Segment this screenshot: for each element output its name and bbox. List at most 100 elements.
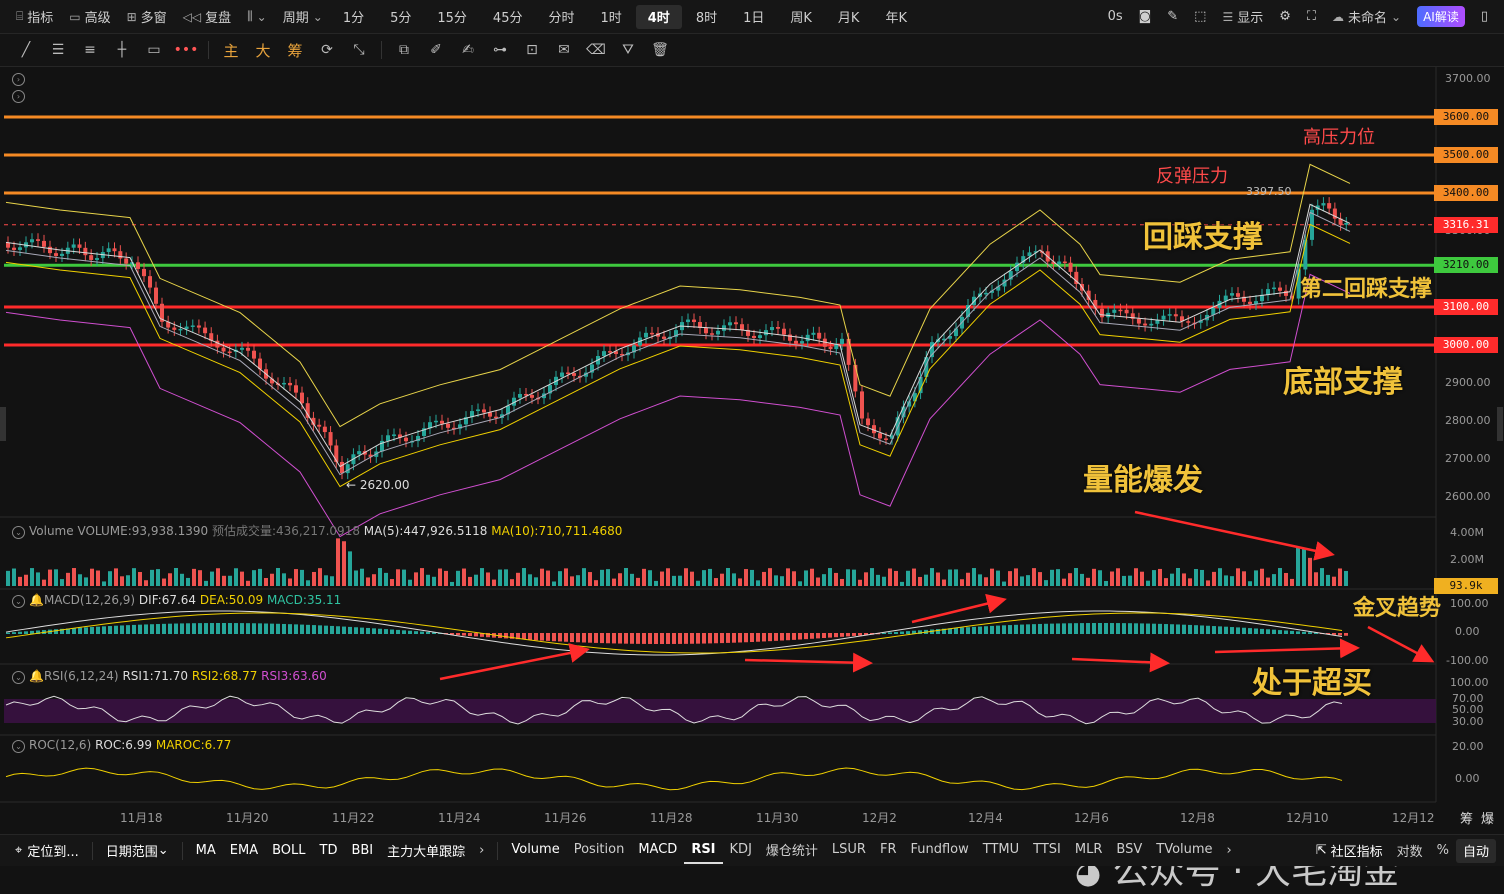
macd-histogram-bar xyxy=(276,623,280,634)
big-order-toggle[interactable]: 大 xyxy=(247,37,279,63)
main-indicator-item[interactable]: BBI xyxy=(344,839,380,863)
timeframe-tab[interactable]: 15分 xyxy=(425,5,479,29)
note-icon[interactable]: ✉ xyxy=(548,37,580,63)
annotation-bottom-support: 底部支撑 xyxy=(1283,365,1403,400)
trash-icon[interactable]: 🗑 xyxy=(644,37,676,63)
period-dropdown[interactable]: 周期 ⌄ xyxy=(275,4,331,30)
account-dropdown[interactable]: ☁ 未命名 ⌄ xyxy=(1324,4,1409,30)
main-chart-toggle[interactable]: 主 xyxy=(215,37,247,63)
horizontal-ray-icon[interactable]: ┼ xyxy=(106,37,138,63)
collapse-icon[interactable]: ⌄ xyxy=(12,740,25,753)
ai-interpret-button[interactable]: AI解读 xyxy=(1409,4,1473,30)
macd-histogram-bar xyxy=(804,633,808,640)
sub-indicator-item[interactable]: TTSI xyxy=(1026,838,1068,862)
timeframe-tab[interactable]: 45分 xyxy=(481,5,535,29)
auto-toggle[interactable]: 自动 xyxy=(1455,838,1496,863)
sub-indicator-item[interactable]: LSUR xyxy=(825,838,873,862)
more-dots-icon[interactable]: ••• xyxy=(170,37,202,63)
fullscreen-icon[interactable]: ⛶ xyxy=(1299,4,1324,30)
right-scroll-handle[interactable] xyxy=(1497,407,1503,441)
sub-indicator-item[interactable]: TTMU xyxy=(976,838,1026,862)
panel-toggle-icon[interactable]: ▯ xyxy=(1473,4,1496,30)
indicator-button[interactable]: ⌸ 指标 xyxy=(8,4,61,30)
locate-button[interactable]: ⌖ 定位到... xyxy=(8,839,86,863)
parallel-lines-icon[interactable]: ☰ xyxy=(42,37,74,63)
timeframe-tab[interactable]: 月K xyxy=(826,5,872,29)
lock-icon[interactable]: ⊡ xyxy=(516,37,548,63)
sub-indicator-item[interactable]: KDJ xyxy=(723,838,759,862)
macd-histogram-bar xyxy=(636,633,640,644)
trendline-icon[interactable]: ╱ xyxy=(10,37,42,63)
volume-bar xyxy=(1206,580,1210,586)
bottom-toolbar: ⌖ 定位到... 日期范围 ⌄ MA EMA BOLL TD BBI 主力大单跟踪 › Vol… xyxy=(0,834,1504,866)
settings-icon[interactable]: ⚙ xyxy=(1271,4,1299,30)
sub-indicator-item[interactable]: TVolume xyxy=(1149,838,1219,862)
volume-bar xyxy=(732,573,736,586)
sub-indicator-item[interactable]: FR xyxy=(873,838,904,862)
main-indicator-item[interactable]: BOLL xyxy=(265,839,312,863)
macd-histogram-bar xyxy=(1074,623,1078,634)
collapse-icon[interactable]: ⌄ xyxy=(12,671,25,684)
filter-icon[interactable]: ⛛ xyxy=(612,37,644,63)
display-button[interactable]: ☰ 显示 xyxy=(1214,4,1271,30)
sub-indicator-item[interactable]: RSI xyxy=(684,838,723,864)
pen-icon[interactable]: ✎ xyxy=(1159,4,1186,30)
copy-icon[interactable]: ⧉ xyxy=(388,37,420,63)
collapse-icon[interactable]: ⌄ xyxy=(12,526,25,539)
replay-button[interactable]: ◁◁ 复盘 xyxy=(175,4,239,30)
log-toggle[interactable]: 对数 xyxy=(1390,839,1430,863)
timeframe-tab[interactable]: 8时 xyxy=(684,5,729,29)
chevron-right-icon[interactable]: › xyxy=(1220,839,1239,863)
macd-histogram-bar xyxy=(1026,624,1030,634)
horizontal-lines-icon[interactable]: ≡ xyxy=(74,37,106,63)
chip-toggle[interactable]: 筹 xyxy=(279,37,311,63)
volume-bar xyxy=(96,570,100,586)
sub-indicator-item[interactable]: BSV xyxy=(1109,838,1149,862)
sync-icon[interactable]: ⟳ xyxy=(311,37,343,63)
sub-indicator-item[interactable]: MLR xyxy=(1068,838,1110,862)
sub-indicator-item[interactable]: Volume xyxy=(504,838,566,862)
candle-body xyxy=(1124,309,1129,314)
sub-indicator-item[interactable]: Position xyxy=(567,838,632,862)
candle-type-button[interactable]: ⫼ ⌄ xyxy=(239,4,275,30)
timeframe-tab[interactable]: 周K xyxy=(778,5,824,29)
macd-histogram-bar xyxy=(1068,623,1072,634)
timeframe-tab[interactable]: 5分 xyxy=(378,5,423,29)
chevron-right-icon[interactable]: › xyxy=(472,839,491,863)
highlighter-icon[interactable]: ✍ xyxy=(452,37,484,63)
magnet-icon[interactable]: ⤡ xyxy=(343,37,375,63)
timeframe-tab[interactable]: 分时 xyxy=(536,5,586,29)
camera-icon[interactable]: ◙ xyxy=(1131,4,1160,30)
sub-indicator-item[interactable]: MACD xyxy=(631,838,684,862)
timeframe-tab[interactable]: 年K xyxy=(873,5,919,29)
percent-toggle[interactable]: % xyxy=(1430,839,1456,863)
community-indicator-button[interactable]: ⇱ 社区指标 xyxy=(1309,839,1390,863)
select-icon[interactable]: ⬚ xyxy=(1186,4,1214,30)
brush-icon[interactable]: ✐ xyxy=(420,37,452,63)
left-scroll-handle[interactable] xyxy=(0,407,6,441)
pattern-icon[interactable]: ⊶ xyxy=(484,37,516,63)
volume-bar xyxy=(120,576,124,586)
collapse-icon[interactable]: › xyxy=(12,71,29,86)
main-indicator-item[interactable]: MA xyxy=(189,839,223,863)
timeframe-tab[interactable]: 1分 xyxy=(331,5,376,29)
main-indicator-item[interactable]: TD xyxy=(313,839,345,863)
date-range-dropdown[interactable]: 日期范围 ⌄ xyxy=(99,839,176,863)
collapse-icon[interactable]: ⌄ xyxy=(12,595,25,608)
timeframe-tab[interactable]: 1日 xyxy=(731,5,776,29)
multiwindow-button[interactable]: ⊞ 多窗 xyxy=(119,4,175,30)
main-indicator-item[interactable]: 主力大单跟踪 xyxy=(380,839,472,863)
sub-indicator-item[interactable]: 爆仓统计 xyxy=(759,838,825,862)
chart-area[interactable]: 3700.003600.003500.003400.003300.003200.… xyxy=(0,67,1504,892)
macd-histogram-bar xyxy=(1134,623,1138,634)
timeframe-tab[interactable]: 1时 xyxy=(588,5,633,29)
advanced-button[interactable]: ▭ 高级 xyxy=(61,4,118,30)
volume-last-label: 93.9k xyxy=(1434,578,1498,594)
main-indicator-item[interactable]: EMA xyxy=(223,839,265,863)
volume-bar xyxy=(378,568,382,586)
eraser-icon[interactable]: ⌫ xyxy=(580,37,612,63)
timeframe-tab[interactable]: 4时 xyxy=(635,4,682,29)
expand-icon[interactable]: › xyxy=(12,88,29,103)
rectangle-icon[interactable]: ▭ xyxy=(138,37,170,63)
sub-indicator-item[interactable]: Fundflow xyxy=(903,838,975,862)
